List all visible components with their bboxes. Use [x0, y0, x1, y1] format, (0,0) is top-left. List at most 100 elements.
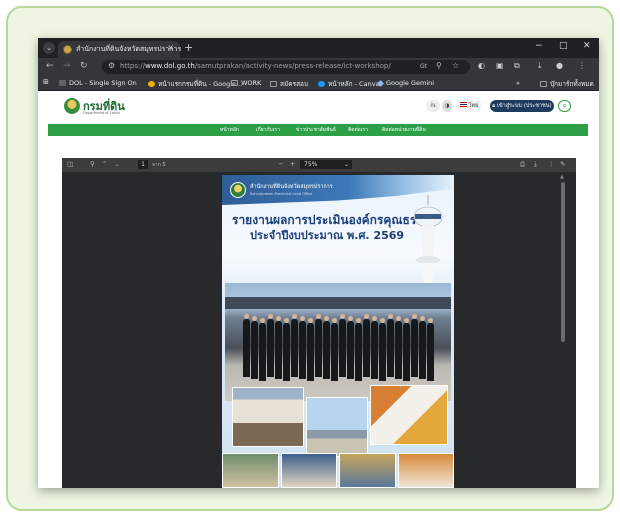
- people-group: [243, 314, 434, 381]
- gemini-icon: [376, 79, 385, 88]
- login-button[interactable]: 🔒︎ เข้าสู่ระบบ (ประชาชน): [490, 100, 554, 112]
- person-silhouette: [251, 316, 258, 379]
- chevron-down-icon: ⌄: [343, 161, 349, 168]
- person-silhouette: [427, 318, 434, 381]
- zoom-select[interactable]: 75% ⌄: [300, 160, 352, 169]
- zoom-icon[interactable]: ⚲: [436, 61, 442, 70]
- bookmark-folder-work[interactable]: WORK: [231, 79, 261, 87]
- zoom-out-button[interactable]: −: [278, 160, 283, 168]
- tab-close-icon[interactable]: ×: [167, 43, 174, 52]
- bookmark-star-icon[interactable]: ☆: [452, 61, 459, 70]
- tab-title: สำนักงานที่ดินจังหวัดสมุทรปราการ: [76, 45, 182, 53]
- menu-icon[interactable]: ⋮: [578, 61, 586, 70]
- pdf-viewer: ◫ ⚲ ⌃ ⌄ 1 จาก 5 − + 75% ⌄ ⎙ ⤓ ⋮ ✎ ▲ สำนัก…: [62, 158, 576, 488]
- forward-icon[interactable]: →: [63, 61, 71, 71]
- person-silhouette: [347, 316, 354, 379]
- person-silhouette: [395, 316, 402, 379]
- person-silhouette: [307, 318, 314, 381]
- all-bookmarks[interactable]: บุ๊กมาร์กทั้งหมด: [540, 79, 594, 89]
- site-info-icon[interactable]: ⚙: [108, 61, 115, 70]
- bookmark-google[interactable]: หน้าแรกกรมที่ดิน - Google...: [148, 79, 242, 89]
- bookmark-canva[interactable]: หน้าหลัก - Canva: [318, 79, 380, 89]
- dol-logo-icon[interactable]: [64, 98, 80, 114]
- site-header: กรมที่ดิน Department of Lands กเ ◑ ไทย 🔒…: [38, 91, 599, 147]
- person-silhouette: [363, 314, 370, 377]
- collage-photo-3: [370, 385, 448, 445]
- nav-home[interactable]: หน้าหลัก: [220, 126, 239, 134]
- back-icon[interactable]: ←: [46, 61, 54, 71]
- active-tab[interactable]: สำนักงานที่ดินจังหวัดสมุทรปราการ ×: [58, 41, 182, 58]
- main-navigation: หน้าหลัก เกี่ยวกับเรา ข่าวประชาสัมพันธ์ …: [48, 124, 588, 136]
- scroll-up-icon[interactable]: ▲: [560, 174, 564, 180]
- folder-icon: [540, 81, 547, 87]
- document-title-line2: ประจำปีงบประมาณ พ.ศ. 2569: [250, 229, 405, 242]
- bookmarks-overflow[interactable]: »: [516, 79, 520, 87]
- language-switch[interactable]: ไทย: [456, 100, 482, 112]
- canva-icon: [318, 81, 325, 87]
- extension-2-icon[interactable]: ▣: [496, 61, 504, 70]
- person-silhouette: [275, 316, 282, 379]
- close-window-button[interactable]: ✕: [583, 41, 591, 51]
- contrast-icon[interactable]: ◑: [442, 100, 452, 112]
- prev-page-icon[interactable]: ⌃: [102, 160, 107, 168]
- strip-photo: [222, 453, 279, 488]
- apps-icon[interactable]: ⊞: [43, 78, 49, 86]
- bookmark-dol-sso[interactable]: DOL - Single Sign On: [59, 79, 137, 87]
- bookmark-folder-exam[interactable]: สมัครสอบ: [270, 79, 308, 89]
- reload-icon[interactable]: ↻: [80, 61, 88, 71]
- scrollbar-thumb[interactable]: [561, 182, 565, 342]
- google-icon: [148, 81, 155, 87]
- extensions-puzzle-icon[interactable]: ⧉: [514, 61, 520, 71]
- person-silhouette: [371, 316, 378, 379]
- font-size-button[interactable]: กเ: [426, 100, 440, 112]
- bookmarks-bar: ⊞ DOL - Single Sign On หน้าแรกกรมที่ดิน …: [38, 76, 599, 91]
- sidebar-toggle-icon[interactable]: ◫: [67, 160, 73, 168]
- nav-land-offices[interactable]: ติดต่อหน่วยงานที่ดิน: [382, 126, 426, 134]
- nav-about[interactable]: เกี่ยวกับเรา: [256, 126, 280, 134]
- download-icon[interactable]: ⤓: [538, 61, 542, 71]
- person-silhouette: [267, 314, 274, 377]
- print-icon[interactable]: ⎙: [520, 160, 525, 169]
- person-silhouette: [403, 318, 410, 381]
- url-text: https://www.dol.go.th/samutprakan/activi…: [120, 62, 391, 70]
- bookmark-gemini[interactable]: Google Gemini: [376, 79, 434, 88]
- thai-flag-icon: [459, 102, 467, 107]
- extension-icon[interactable]: ◐: [478, 61, 485, 70]
- collage-photo-2: [306, 397, 368, 457]
- zoom-in-button[interactable]: +: [290, 160, 295, 168]
- pdf-toolbar: ◫ ⚲ ⌃ ⌄ 1 จาก 5 − + 75% ⌄ ⎙ ⤓ ⋮ ✎: [62, 158, 576, 172]
- person-silhouette: [299, 316, 306, 379]
- site-logo-subtitle: Department of Lands: [83, 111, 121, 115]
- profile-avatar-icon[interactable]: ●: [556, 61, 563, 70]
- person-silhouette: [379, 318, 386, 381]
- maximize-button[interactable]: □: [559, 41, 568, 51]
- site-search-icon[interactable]: ⚲: [558, 100, 571, 112]
- page-total: จาก 5: [152, 162, 166, 168]
- tab-strip: ⌄ สำนักงานที่ดินจังหวัดสมุทรปราการ × + −…: [38, 38, 599, 58]
- minimize-button[interactable]: −: [535, 41, 543, 51]
- person-silhouette: [419, 316, 426, 379]
- address-bar[interactable]: ⚙ https://www.dol.go.th/samutprakan/acti…: [102, 60, 470, 74]
- tab-search-icon[interactable]: ⌄: [43, 42, 55, 54]
- folder-icon: [270, 81, 277, 87]
- group-photo-image: [225, 283, 451, 401]
- new-tab-button[interactable]: +: [184, 41, 193, 54]
- person-silhouette: [331, 318, 338, 381]
- pdf-search-icon[interactable]: ⚲: [90, 160, 95, 168]
- nav-contact[interactable]: ติดต่อเรา: [348, 126, 368, 134]
- person-silhouette: [243, 314, 250, 377]
- annotate-icon[interactable]: ✎: [560, 160, 565, 168]
- translate-icon[interactable]: Gt: [420, 63, 427, 70]
- favicon-icon: [63, 45, 72, 54]
- page-number-input[interactable]: 1: [138, 160, 148, 169]
- person-silhouette: [411, 314, 418, 377]
- strip-photo: [339, 453, 396, 488]
- person-silhouette: [291, 314, 298, 377]
- person-silhouette: [315, 314, 322, 377]
- next-page-icon[interactable]: ⌄: [114, 160, 119, 168]
- pdf-more-icon[interactable]: ⋮: [548, 160, 555, 168]
- strip-photo: [397, 453, 454, 488]
- download-pdf-icon[interactable]: ⤓: [534, 160, 537, 169]
- browser-screenshot: ⌄ สำนักงานที่ดินจังหวัดสมุทรปราการ × + −…: [38, 38, 599, 488]
- nav-news[interactable]: ข่าวประชาสัมพันธ์: [296, 126, 336, 134]
